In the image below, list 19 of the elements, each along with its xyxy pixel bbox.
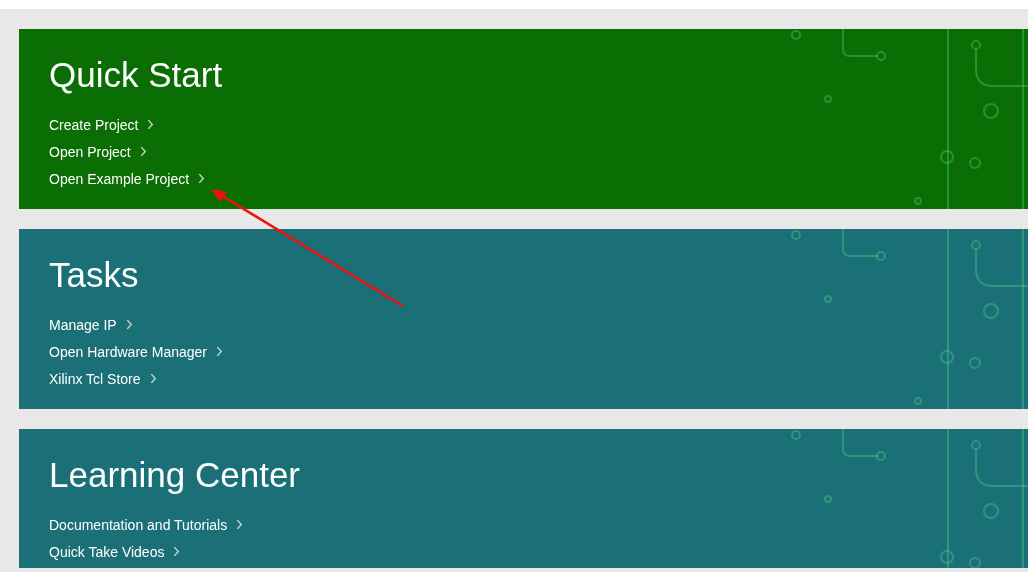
- chevron-icon: [216, 346, 223, 357]
- section-link[interactable]: Quick Take Videos: [49, 543, 181, 560]
- section-link[interactable]: Open Example Project: [49, 170, 206, 187]
- chevron-icon: [147, 119, 155, 130]
- section-link[interactable]: Manage IP: [49, 316, 133, 333]
- section-link[interactable]: Open Hardware Manager: [49, 343, 223, 360]
- section-link[interactable]: Create Project: [49, 116, 155, 133]
- chevron-icon: [198, 173, 206, 184]
- chevron-icon: [125, 319, 133, 330]
- chevron-icon: [173, 546, 181, 557]
- chevron-icon: [236, 519, 244, 530]
- section-title: Quick Start: [49, 55, 224, 95]
- section-link[interactable]: Open Project: [49, 143, 147, 160]
- chevron-icon: [149, 373, 157, 384]
- section-link[interactable]: Xilinx Tcl Store: [49, 370, 157, 387]
- section-link[interactable]: Documentation and Tutorials: [49, 516, 244, 533]
- section-title: Tasks: [49, 255, 140, 295]
- chevron-icon: [139, 146, 147, 157]
- section-title: Learning Center: [49, 455, 301, 495]
